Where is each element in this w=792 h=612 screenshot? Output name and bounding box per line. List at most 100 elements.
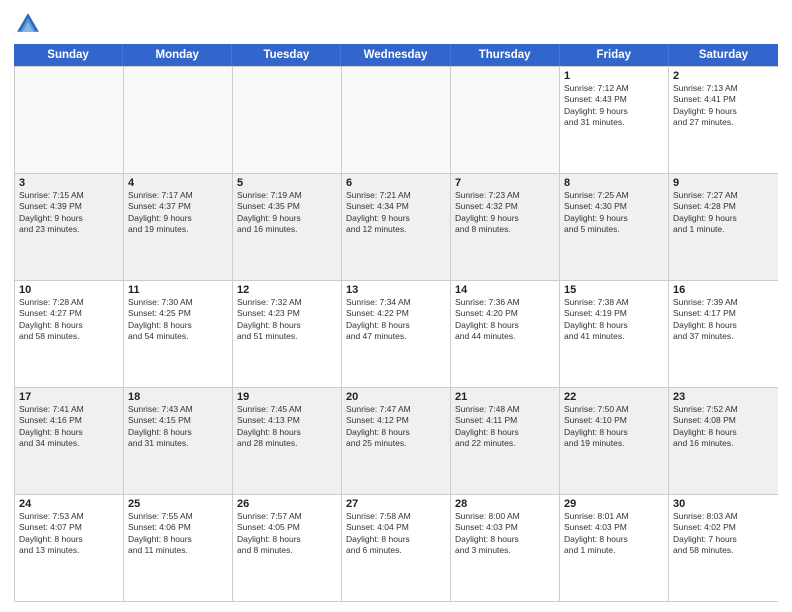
cell-info: Sunrise: 7:47 AM Sunset: 4:12 PM Dayligh…: [346, 404, 446, 450]
calendar-cell: 13Sunrise: 7:34 AM Sunset: 4:22 PM Dayli…: [342, 281, 451, 387]
calendar-cell: 4Sunrise: 7:17 AM Sunset: 4:37 PM Daylig…: [124, 174, 233, 280]
calendar-cell: 22Sunrise: 7:50 AM Sunset: 4:10 PM Dayli…: [560, 388, 669, 494]
calendar-cell: 30Sunrise: 8:03 AM Sunset: 4:02 PM Dayli…: [669, 495, 778, 601]
calendar-cell: [342, 67, 451, 173]
calendar-cell: 25Sunrise: 7:55 AM Sunset: 4:06 PM Dayli…: [124, 495, 233, 601]
cell-info: Sunrise: 7:52 AM Sunset: 4:08 PM Dayligh…: [673, 404, 774, 450]
cell-info: Sunrise: 8:03 AM Sunset: 4:02 PM Dayligh…: [673, 511, 774, 557]
cell-info: Sunrise: 7:53 AM Sunset: 4:07 PM Dayligh…: [19, 511, 119, 557]
cell-info: Sunrise: 8:01 AM Sunset: 4:03 PM Dayligh…: [564, 511, 664, 557]
day-number: 18: [128, 391, 228, 403]
calendar-row-2: 3Sunrise: 7:15 AM Sunset: 4:39 PM Daylig…: [15, 173, 778, 280]
calendar-cell: 23Sunrise: 7:52 AM Sunset: 4:08 PM Dayli…: [669, 388, 778, 494]
cell-info: Sunrise: 7:17 AM Sunset: 4:37 PM Dayligh…: [128, 190, 228, 236]
cell-info: Sunrise: 7:34 AM Sunset: 4:22 PM Dayligh…: [346, 297, 446, 343]
cell-info: Sunrise: 7:19 AM Sunset: 4:35 PM Dayligh…: [237, 190, 337, 236]
calendar-cell: 5Sunrise: 7:19 AM Sunset: 4:35 PM Daylig…: [233, 174, 342, 280]
header: [14, 10, 778, 38]
calendar-cell: 20Sunrise: 7:47 AM Sunset: 4:12 PM Dayli…: [342, 388, 451, 494]
weekday-header-saturday: Saturday: [669, 44, 778, 66]
day-number: 14: [455, 284, 555, 296]
calendar-cell: 2Sunrise: 7:13 AM Sunset: 4:41 PM Daylig…: [669, 67, 778, 173]
weekday-header-wednesday: Wednesday: [341, 44, 450, 66]
cell-info: Sunrise: 7:15 AM Sunset: 4:39 PM Dayligh…: [19, 190, 119, 236]
logo-icon: [14, 10, 42, 38]
cell-info: Sunrise: 8:00 AM Sunset: 4:03 PM Dayligh…: [455, 511, 555, 557]
cell-info: Sunrise: 7:50 AM Sunset: 4:10 PM Dayligh…: [564, 404, 664, 450]
calendar-cell: 8Sunrise: 7:25 AM Sunset: 4:30 PM Daylig…: [560, 174, 669, 280]
day-number: 26: [237, 498, 337, 510]
cell-info: Sunrise: 7:57 AM Sunset: 4:05 PM Dayligh…: [237, 511, 337, 557]
calendar-cell: 28Sunrise: 8:00 AM Sunset: 4:03 PM Dayli…: [451, 495, 560, 601]
calendar: SundayMondayTuesdayWednesdayThursdayFrid…: [14, 44, 778, 602]
calendar-cell: [15, 67, 124, 173]
calendar-row-3: 10Sunrise: 7:28 AM Sunset: 4:27 PM Dayli…: [15, 280, 778, 387]
calendar-cell: 21Sunrise: 7:48 AM Sunset: 4:11 PM Dayli…: [451, 388, 560, 494]
cell-info: Sunrise: 7:21 AM Sunset: 4:34 PM Dayligh…: [346, 190, 446, 236]
calendar-row-4: 17Sunrise: 7:41 AM Sunset: 4:16 PM Dayli…: [15, 387, 778, 494]
calendar-cell: [124, 67, 233, 173]
cell-info: Sunrise: 7:25 AM Sunset: 4:30 PM Dayligh…: [564, 190, 664, 236]
cell-info: Sunrise: 7:13 AM Sunset: 4:41 PM Dayligh…: [673, 83, 774, 129]
calendar-cell: 3Sunrise: 7:15 AM Sunset: 4:39 PM Daylig…: [15, 174, 124, 280]
day-number: 6: [346, 177, 446, 189]
day-number: 20: [346, 391, 446, 403]
day-number: 2: [673, 70, 774, 82]
day-number: 4: [128, 177, 228, 189]
page: SundayMondayTuesdayWednesdayThursdayFrid…: [0, 0, 792, 612]
day-number: 11: [128, 284, 228, 296]
calendar-cell: 16Sunrise: 7:39 AM Sunset: 4:17 PM Dayli…: [669, 281, 778, 387]
day-number: 8: [564, 177, 664, 189]
day-number: 16: [673, 284, 774, 296]
calendar-cell: 26Sunrise: 7:57 AM Sunset: 4:05 PM Dayli…: [233, 495, 342, 601]
calendar-cell: [451, 67, 560, 173]
day-number: 23: [673, 391, 774, 403]
calendar-cell: 9Sunrise: 7:27 AM Sunset: 4:28 PM Daylig…: [669, 174, 778, 280]
logo: [14, 10, 46, 38]
calendar-cell: 11Sunrise: 7:30 AM Sunset: 4:25 PM Dayli…: [124, 281, 233, 387]
day-number: 3: [19, 177, 119, 189]
calendar-cell: 17Sunrise: 7:41 AM Sunset: 4:16 PM Dayli…: [15, 388, 124, 494]
cell-info: Sunrise: 7:48 AM Sunset: 4:11 PM Dayligh…: [455, 404, 555, 450]
day-number: 19: [237, 391, 337, 403]
calendar-cell: [233, 67, 342, 173]
calendar-cell: 1Sunrise: 7:12 AM Sunset: 4:43 PM Daylig…: [560, 67, 669, 173]
day-number: 30: [673, 498, 774, 510]
day-number: 29: [564, 498, 664, 510]
day-number: 22: [564, 391, 664, 403]
weekday-header-tuesday: Tuesday: [232, 44, 341, 66]
calendar-cell: 27Sunrise: 7:58 AM Sunset: 4:04 PM Dayli…: [342, 495, 451, 601]
day-number: 25: [128, 498, 228, 510]
weekday-header-sunday: Sunday: [14, 44, 123, 66]
day-number: 9: [673, 177, 774, 189]
cell-info: Sunrise: 7:28 AM Sunset: 4:27 PM Dayligh…: [19, 297, 119, 343]
calendar-cell: 15Sunrise: 7:38 AM Sunset: 4:19 PM Dayli…: [560, 281, 669, 387]
day-number: 24: [19, 498, 119, 510]
calendar-header: SundayMondayTuesdayWednesdayThursdayFrid…: [14, 44, 778, 66]
calendar-cell: 6Sunrise: 7:21 AM Sunset: 4:34 PM Daylig…: [342, 174, 451, 280]
day-number: 12: [237, 284, 337, 296]
day-number: 21: [455, 391, 555, 403]
cell-info: Sunrise: 7:23 AM Sunset: 4:32 PM Dayligh…: [455, 190, 555, 236]
cell-info: Sunrise: 7:55 AM Sunset: 4:06 PM Dayligh…: [128, 511, 228, 557]
calendar-cell: 29Sunrise: 8:01 AM Sunset: 4:03 PM Dayli…: [560, 495, 669, 601]
calendar-cell: 7Sunrise: 7:23 AM Sunset: 4:32 PM Daylig…: [451, 174, 560, 280]
cell-info: Sunrise: 7:38 AM Sunset: 4:19 PM Dayligh…: [564, 297, 664, 343]
cell-info: Sunrise: 7:43 AM Sunset: 4:15 PM Dayligh…: [128, 404, 228, 450]
day-number: 1: [564, 70, 664, 82]
day-number: 28: [455, 498, 555, 510]
day-number: 13: [346, 284, 446, 296]
weekday-header-monday: Monday: [123, 44, 232, 66]
day-number: 27: [346, 498, 446, 510]
cell-info: Sunrise: 7:58 AM Sunset: 4:04 PM Dayligh…: [346, 511, 446, 557]
day-number: 7: [455, 177, 555, 189]
cell-info: Sunrise: 7:12 AM Sunset: 4:43 PM Dayligh…: [564, 83, 664, 129]
day-number: 5: [237, 177, 337, 189]
cell-info: Sunrise: 7:32 AM Sunset: 4:23 PM Dayligh…: [237, 297, 337, 343]
calendar-cell: 12Sunrise: 7:32 AM Sunset: 4:23 PM Dayli…: [233, 281, 342, 387]
weekday-header-thursday: Thursday: [451, 44, 560, 66]
cell-info: Sunrise: 7:30 AM Sunset: 4:25 PM Dayligh…: [128, 297, 228, 343]
day-number: 10: [19, 284, 119, 296]
cell-info: Sunrise: 7:41 AM Sunset: 4:16 PM Dayligh…: [19, 404, 119, 450]
cell-info: Sunrise: 7:45 AM Sunset: 4:13 PM Dayligh…: [237, 404, 337, 450]
